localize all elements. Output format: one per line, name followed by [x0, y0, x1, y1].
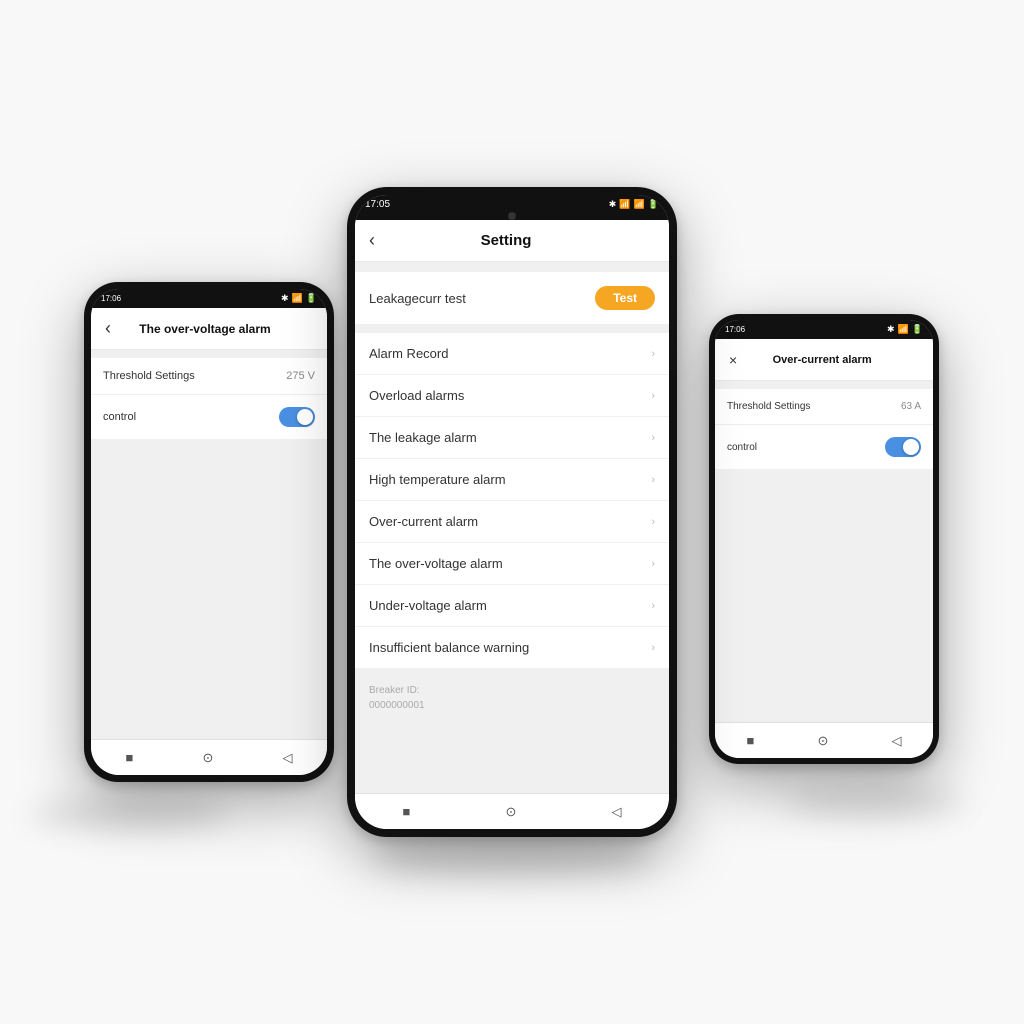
- nav-title-right: Over-current alarm: [737, 354, 907, 366]
- back-button-right[interactable]: ×: [729, 352, 737, 368]
- bottom-nav-center: ■ ⊙ ◁: [355, 793, 669, 829]
- camera-dot: [508, 212, 516, 220]
- setting-menu-list: Alarm Record › Overload alarms › The lea…: [355, 333, 669, 669]
- leakage-label: Leakagecurr test: [369, 291, 466, 306]
- threshold-value-right: 63 A: [901, 401, 921, 412]
- menu-item-label: High temperature alarm: [369, 472, 506, 487]
- chevron-icon: ›: [651, 474, 655, 486]
- menu-item-label: Overload alarms: [369, 388, 464, 403]
- threshold-row-right: Threshold Settings 63 A: [715, 389, 933, 425]
- bottom-nav-right: ■ ⊙ ◁: [715, 722, 933, 758]
- chevron-icon: ›: [651, 558, 655, 570]
- time-right: 17:06: [725, 325, 745, 334]
- menu-item-label: Under-voltage alarm: [369, 598, 487, 613]
- breaker-info: Breaker ID: 0000000001: [355, 669, 669, 727]
- chevron-icon: ›: [651, 516, 655, 528]
- status-icons-left: ✱ 📶 🔋: [281, 293, 317, 304]
- menu-item-undervoltage[interactable]: Under-voltage alarm ›: [355, 585, 669, 627]
- status-bar-right: 17:06 ✱ 📶 🔋: [715, 320, 933, 339]
- nav-back-icon-right[interactable]: ◁: [891, 733, 901, 749]
- menu-item-label: Alarm Record: [369, 346, 448, 361]
- screen-body-left: Threshold Settings 275 V control: [91, 350, 327, 739]
- nav-bar-right: × Over-current alarm: [715, 339, 933, 381]
- menu-item-label: Over-current alarm: [369, 514, 478, 529]
- leakage-row: Leakagecurr test Test: [355, 272, 669, 325]
- control-toggle-right[interactable]: [885, 437, 921, 457]
- nav-bar-center: ‹ Setting: [355, 220, 669, 262]
- menu-item-alarm-record[interactable]: Alarm Record ›: [355, 333, 669, 375]
- time-center: 17:05: [365, 199, 390, 210]
- nav-bar-left: ‹ The over-voltage alarm: [91, 308, 327, 350]
- test-button[interactable]: Test: [595, 286, 655, 310]
- nav-square-icon[interactable]: ■: [403, 804, 411, 819]
- chevron-icon: ›: [651, 600, 655, 612]
- nav-square-icon-right[interactable]: ■: [747, 733, 755, 748]
- bottom-nav-left: ■ ⊙ ◁: [91, 739, 327, 775]
- nav-title-center: Setting: [375, 232, 637, 249]
- menu-item-overload[interactable]: Overload alarms ›: [355, 375, 669, 417]
- nav-circle-icon-left[interactable]: ⊙: [202, 750, 213, 766]
- chevron-icon: ›: [651, 348, 655, 360]
- menu-item-overcurrent[interactable]: Over-current alarm ›: [355, 501, 669, 543]
- menu-item-label: The leakage alarm: [369, 430, 477, 445]
- threshold-value-left: 275 V: [286, 370, 315, 382]
- status-icons-center: ✱ 📶 📶 🔋: [609, 199, 659, 210]
- threshold-label-right: Threshold Settings: [727, 401, 810, 412]
- nav-circle-icon-right[interactable]: ⊙: [817, 733, 828, 749]
- phone-left: 17:06 ✱ 📶 🔋 ‹ The over-voltage alarm Thr…: [84, 282, 334, 782]
- time-left: 17:06: [101, 294, 121, 303]
- nav-back-icon-left[interactable]: ◁: [282, 750, 292, 766]
- status-icons-right: ✱ 📶 🔋: [887, 324, 923, 335]
- control-toggle-left[interactable]: [279, 407, 315, 427]
- menu-item-leakage[interactable]: The leakage alarm ›: [355, 417, 669, 459]
- control-label-right: control: [727, 442, 757, 453]
- chevron-icon: ›: [651, 432, 655, 444]
- menu-item-label: Insufficient balance warning: [369, 640, 529, 655]
- phone-right: 17:06 ✱ 📶 🔋 × Over-current alarm Thresho…: [709, 314, 939, 764]
- nav-square-icon-left[interactable]: ■: [126, 750, 134, 765]
- control-row-right: control: [715, 425, 933, 469]
- screen-body-right: Threshold Settings 63 A control: [715, 381, 933, 722]
- phone-center: 17:05 ✱ 📶 📶 🔋 ‹ Setting Leakagecurr test…: [347, 187, 677, 837]
- chevron-icon: ›: [651, 642, 655, 654]
- menu-item-high-temp[interactable]: High temperature alarm ›: [355, 459, 669, 501]
- threshold-label-left: Threshold Settings: [103, 370, 195, 382]
- threshold-row-left: Threshold Settings 275 V: [91, 358, 327, 395]
- nav-title-left: The over-voltage alarm: [111, 322, 299, 336]
- chevron-icon: ›: [651, 390, 655, 402]
- status-bar-left: 17:06 ✱ 📶 🔋: [91, 289, 327, 308]
- control-row-left: control: [91, 395, 327, 439]
- nav-back-icon[interactable]: ◁: [611, 804, 621, 820]
- menu-item-overvoltage[interactable]: The over-voltage alarm ›: [355, 543, 669, 585]
- nav-circle-icon[interactable]: ⊙: [505, 804, 516, 820]
- menu-item-label: The over-voltage alarm: [369, 556, 503, 571]
- breaker-id-value: 0000000001: [369, 700, 425, 711]
- breaker-id-label: Breaker ID:: [369, 685, 420, 696]
- menu-item-balance[interactable]: Insufficient balance warning ›: [355, 627, 669, 669]
- screen-body-center: Leakagecurr test Test Alarm Record › Ove…: [355, 262, 669, 793]
- control-label-left: control: [103, 411, 136, 423]
